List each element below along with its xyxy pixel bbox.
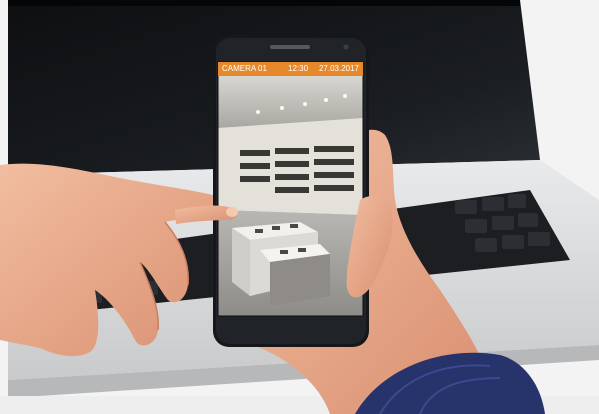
photo-scene: CAMERA 01 12:30 27.03.2017 <box>0 0 599 414</box>
camera-date: 27.03.2017 <box>318 64 359 73</box>
camera-name: CAMERA 01 <box>222 64 267 73</box>
camera-status-bar: CAMERA 01 12:30 27.03.2017 <box>218 62 363 76</box>
smartphone <box>213 35 369 347</box>
camera-time: 12:30 <box>288 64 309 73</box>
